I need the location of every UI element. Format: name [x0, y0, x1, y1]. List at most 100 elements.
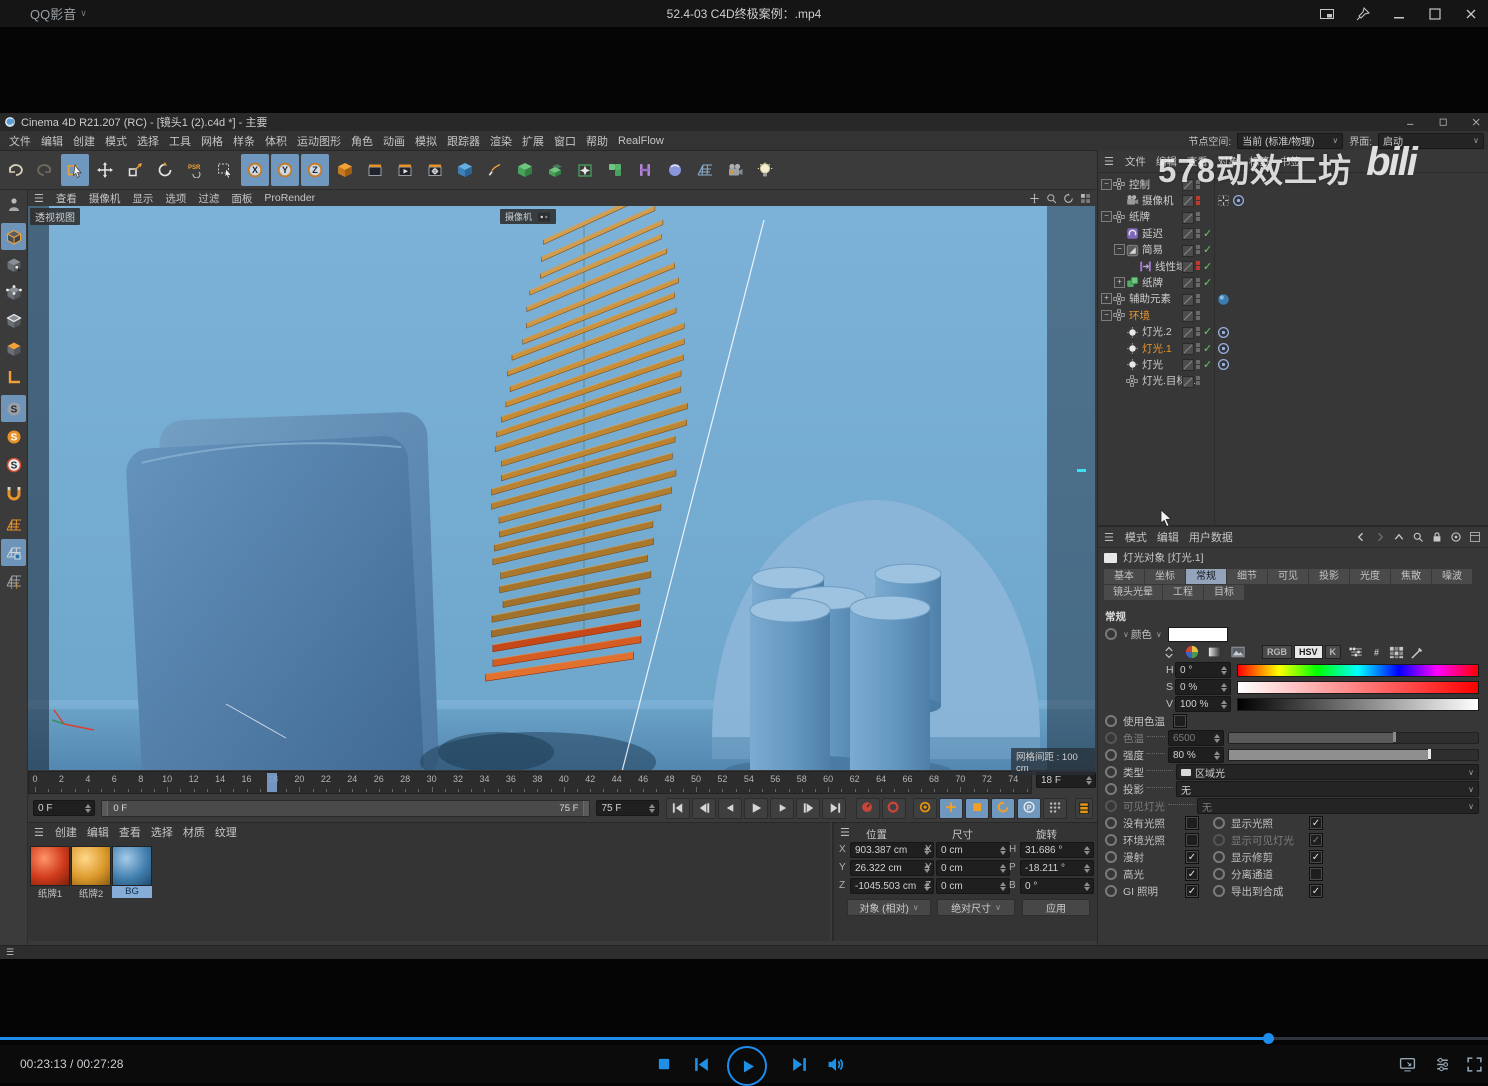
coord-field-位置-X[interactable]: 903.387 cm [850, 842, 934, 858]
viewport-menu-选项[interactable]: 选项 [159, 191, 192, 206]
viewport-menu-icon[interactable]: ☰ [28, 192, 50, 205]
back-icon[interactable] [1355, 531, 1367, 543]
channel-field[interactable]: 0 ° [1175, 662, 1231, 678]
object-name[interactable]: 灯光.2 [1142, 324, 1172, 339]
target-tag-icon[interactable] [1217, 326, 1230, 339]
menu-跟踪器[interactable]: 跟踪器 [442, 133, 485, 149]
lock-icon[interactable] [1431, 531, 1443, 543]
axis-mode-icon[interactable] [1, 363, 26, 390]
tab-细节[interactable]: 细节 [1227, 569, 1268, 585]
anim-dot-icon[interactable] [1213, 868, 1225, 880]
object-name[interactable]: 控制 [1129, 177, 1150, 192]
play-icon[interactable] [727, 1046, 767, 1086]
visibility-dots[interactable] [1196, 278, 1200, 287]
mode-RGB[interactable]: RGB [1262, 645, 1292, 659]
spinner-icon[interactable] [1220, 700, 1228, 709]
visibility-dots[interactable] [1196, 294, 1200, 303]
menu-编辑[interactable]: 编辑 [36, 133, 68, 149]
psr-icon[interactable]: PSR [181, 154, 209, 186]
om-menu-对象[interactable]: 对象 [1213, 154, 1244, 169]
color-swatch[interactable] [1168, 627, 1228, 642]
visibility-dots[interactable] [1196, 376, 1200, 385]
viewport-menu-面板[interactable]: 面板 [225, 191, 258, 206]
am-menu-模式[interactable]: 模式 [1120, 529, 1152, 545]
dropdown-可见灯光[interactable]: 无∨ [1197, 798, 1479, 814]
layer-toggle-icon[interactable] [1182, 294, 1194, 306]
key-position-icon[interactable] [939, 798, 963, 819]
tab-可见[interactable]: 可见 [1268, 569, 1309, 585]
menu-RealFlow[interactable]: RealFlow [613, 135, 669, 147]
anim-dot-icon[interactable] [1213, 834, 1225, 846]
window-close-icon[interactable] [1471, 117, 1482, 128]
expand-icon[interactable]: + [1114, 277, 1125, 288]
key-parameter-icon[interactable]: P [1017, 798, 1041, 819]
tab-常规[interactable]: 常规 [1186, 569, 1227, 585]
window-minimize-icon[interactable] [1405, 117, 1416, 128]
target-tag-icon[interactable] [1217, 358, 1230, 371]
collapse-icon[interactable]: − [1101, 211, 1112, 222]
rotate-view-icon[interactable] [1063, 193, 1074, 204]
collapse-icon[interactable]: − [1114, 244, 1125, 255]
checkbox[interactable] [1185, 816, 1199, 830]
material-item[interactable]: 纸牌2 [71, 846, 111, 898]
enabled-check-icon[interactable]: ✓ [1203, 325, 1212, 338]
camera-icon[interactable] [721, 154, 749, 186]
enabled-check-icon[interactable]: ✓ [1203, 243, 1212, 256]
menu-窗口[interactable]: 窗口 [549, 133, 581, 149]
am-menu-icon[interactable]: ☰ [1098, 531, 1120, 544]
close-icon[interactable] [1460, 3, 1482, 25]
previous-frame-icon[interactable] [718, 798, 742, 819]
material-menu-材质[interactable]: 材质 [178, 824, 210, 840]
material-menu-icon[interactable]: ☰ [28, 826, 50, 839]
chevron-down-icon[interactable]: ∨ [1156, 630, 1162, 639]
viewport-menu-查看[interactable]: 查看 [50, 191, 83, 206]
hex-icon[interactable]: # [1370, 645, 1383, 659]
keyframe-selection-icon[interactable] [913, 798, 937, 819]
tab-坐标[interactable]: 坐标 [1145, 569, 1186, 585]
color-picture-icon[interactable] [1231, 645, 1245, 659]
target-icon[interactable] [1450, 531, 1462, 543]
menu-样条[interactable]: 样条 [228, 133, 260, 149]
selection-frame-icon[interactable] [211, 154, 239, 186]
spinner-icon[interactable] [1083, 864, 1091, 873]
snap-dynamic-icon[interactable]: S [1, 451, 26, 478]
anim-dot-icon[interactable] [1105, 868, 1117, 880]
target-tag-icon[interactable] [1217, 342, 1230, 355]
spinner-icon[interactable] [999, 846, 1007, 855]
viewport-menu-ProRender[interactable]: ProRender [258, 192, 321, 204]
om-menu-文件[interactable]: 文件 [1120, 154, 1151, 169]
model-figure-icon[interactable] [1, 191, 26, 218]
move-icon[interactable] [91, 154, 119, 186]
next-icon[interactable] [787, 1045, 811, 1083]
checkbox[interactable] [1185, 833, 1199, 847]
layer-toggle-icon[interactable] [1182, 212, 1194, 224]
material-name[interactable]: 纸牌2 [71, 886, 111, 898]
anim-dot-icon[interactable] [1213, 817, 1225, 829]
object-row[interactable]: −简易✓ [1098, 242, 1488, 258]
checkbox[interactable] [1173, 714, 1187, 728]
go-to-start-icon[interactable] [666, 798, 690, 819]
tab-目标[interactable]: 目标 [1204, 585, 1245, 601]
render-view-icon[interactable] [361, 154, 389, 186]
visibility-dots[interactable] [1196, 261, 1200, 270]
layer-toggle-icon[interactable] [1182, 376, 1194, 388]
anim-dot-icon[interactable] [1105, 851, 1117, 863]
material-tag-icon[interactable] [1217, 293, 1230, 306]
anim-dot-icon[interactable] [1105, 715, 1117, 727]
layer-toggle-icon[interactable] [1182, 228, 1194, 240]
crosshair-tag-icon[interactable] [1217, 194, 1230, 207]
subdivision-surface-icon[interactable] [511, 154, 539, 186]
value-gradient-bar[interactable] [1237, 698, 1479, 711]
anim-dot-icon[interactable] [1105, 749, 1117, 761]
object-manager-menu-icon[interactable]: ☰ [1098, 155, 1120, 168]
coord-field-旋转-B[interactable]: 0 ° [1020, 878, 1094, 894]
mode-HSV[interactable]: HSV [1294, 645, 1323, 659]
material-menu-纹理[interactable]: 纹理 [210, 824, 242, 840]
object-row[interactable]: +纸牌✓ [1098, 274, 1488, 290]
hue-gradient-bar[interactable] [1237, 664, 1479, 677]
simulate-icon[interactable] [661, 154, 689, 186]
go-to-end-icon[interactable] [822, 798, 846, 819]
value-field[interactable]: 80 % [1168, 747, 1224, 763]
lock-z-icon[interactable]: Z [301, 154, 329, 186]
layer-toggle-icon[interactable] [1182, 195, 1194, 207]
